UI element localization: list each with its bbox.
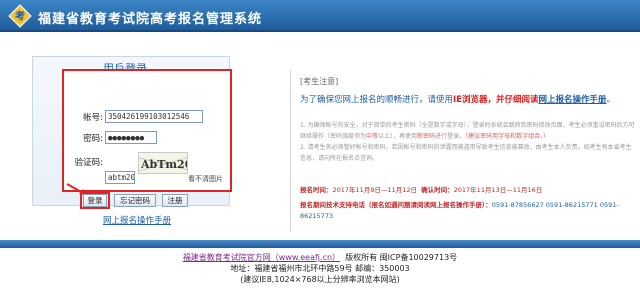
- captcha-refresh-link[interactable]: 看不清图片: [188, 174, 223, 184]
- captcha-label: 验证码:: [74, 158, 103, 168]
- support-line: 报名期间技术支持电话（报名如遇问题请阅读网上报名操作手册）：0591-87856…: [300, 200, 635, 222]
- notice-heading: [考生注意]: [300, 77, 339, 86]
- login-button[interactable]: 登录: [83, 194, 107, 207]
- captcha-input[interactable]: abtm20: [105, 171, 135, 184]
- notice-small-text: 1. 为确保帐号的安全，对于简单的考生密码（全是数字或字母），登录时系统会跳转到…: [300, 120, 635, 164]
- browser-tip: (建议IE8,1024×768以上分辨率浏览本网站): [240, 275, 400, 284]
- notice-main-part1: 为了确保您网上报名的顺畅进行，请使用: [300, 95, 454, 105]
- app-header: 考 福建省教育考试院高考报名管理系统: [0, 0, 640, 32]
- address-text: 地址：福建省福州市北环中路59号 邮编：350003: [230, 264, 410, 273]
- notice-main-text: 为了确保您网上报名的顺畅进行，请使用IE浏览器，并仔细阅读网上报名操作手册。: [300, 94, 635, 107]
- confirm-label: 确认时间：: [421, 186, 454, 194]
- password-input[interactable]: ●●●●●●●●: [105, 131, 157, 144]
- account-input[interactable]: 350426199103012546: [105, 110, 203, 123]
- captcha-input-row: abtm20: [105, 171, 135, 184]
- notice-newpwd: 新密码: [417, 133, 436, 140]
- footer: 福建省教育考试院官方网（www.eeafj.cn） 版权所有 闽ICP备1002…: [0, 252, 640, 285]
- forgot-password-button[interactable]: 忘记密码: [114, 194, 156, 207]
- password-label: 密码:: [83, 133, 103, 144]
- notice-main-part2: ，并仔细阅读: [487, 95, 539, 105]
- notice-main-end: 。: [606, 95, 616, 105]
- official-site-link[interactable]: 福建省教育考试院官方网（www.eeafj.cn）: [183, 253, 340, 262]
- confirm-value: 2017年11月13日—11月16日: [453, 186, 543, 194]
- account-label: 帐号:: [83, 112, 103, 123]
- manual-link[interactable]: 网上报名操作手册: [103, 214, 171, 226]
- captcha-image[interactable]: AbTm20: [138, 152, 188, 174]
- exam-logo-icon: 考: [8, 4, 32, 28]
- password-row: 密码: ●●●●●●●●: [67, 131, 157, 144]
- notice-suggest: （建议密码用字母和数字组合。）: [465, 133, 550, 140]
- account-row: 帐号: 350426199103012546: [67, 110, 203, 123]
- time-label: 报名时间：: [300, 186, 333, 194]
- system-title: 福建省教育考试院高考报名管理系统: [38, 12, 263, 27]
- captcha-graphic-icon: AbTm20: [139, 157, 188, 172]
- notice-ie-text: IE浏览器: [453, 95, 488, 105]
- notice-manual-link[interactable]: 网上报名操作手册: [539, 95, 607, 105]
- footer-line-1: 福建省教育考试院官方网（www.eeafj.cn） 版权所有 闽ICP备1002…: [0, 252, 640, 263]
- time-value: 2017年11月9日—11月12日: [332, 186, 418, 194]
- notice-small-2: 以上），再使用: [378, 133, 418, 140]
- time-line: 报名时间：2017年11月9日—11月12日 确认时间：2017年11月13日—…: [300, 184, 542, 194]
- notice-small-4: 2. 请考生务必保管好帐号和密码，若因帐号和密码的泄露而被盗用导致考生信息被篡改…: [300, 144, 632, 162]
- captcha-text: AbTm20: [140, 158, 188, 171]
- notice-small-3: 进行登录。: [435, 133, 466, 140]
- captcha-row: 验证码:: [67, 156, 105, 168]
- svg-text:考: 考: [15, 10, 25, 23]
- footer-bar: [0, 240, 640, 248]
- notice-strength: 中等: [366, 133, 379, 140]
- copyright-text: 版权所有 闽ICP备10029713号: [345, 253, 458, 262]
- register-button[interactable]: 注册: [162, 194, 188, 207]
- support-label: 报名期间技术支持电话（报名如遇问题请阅读网上报名操作手册）：: [300, 201, 492, 209]
